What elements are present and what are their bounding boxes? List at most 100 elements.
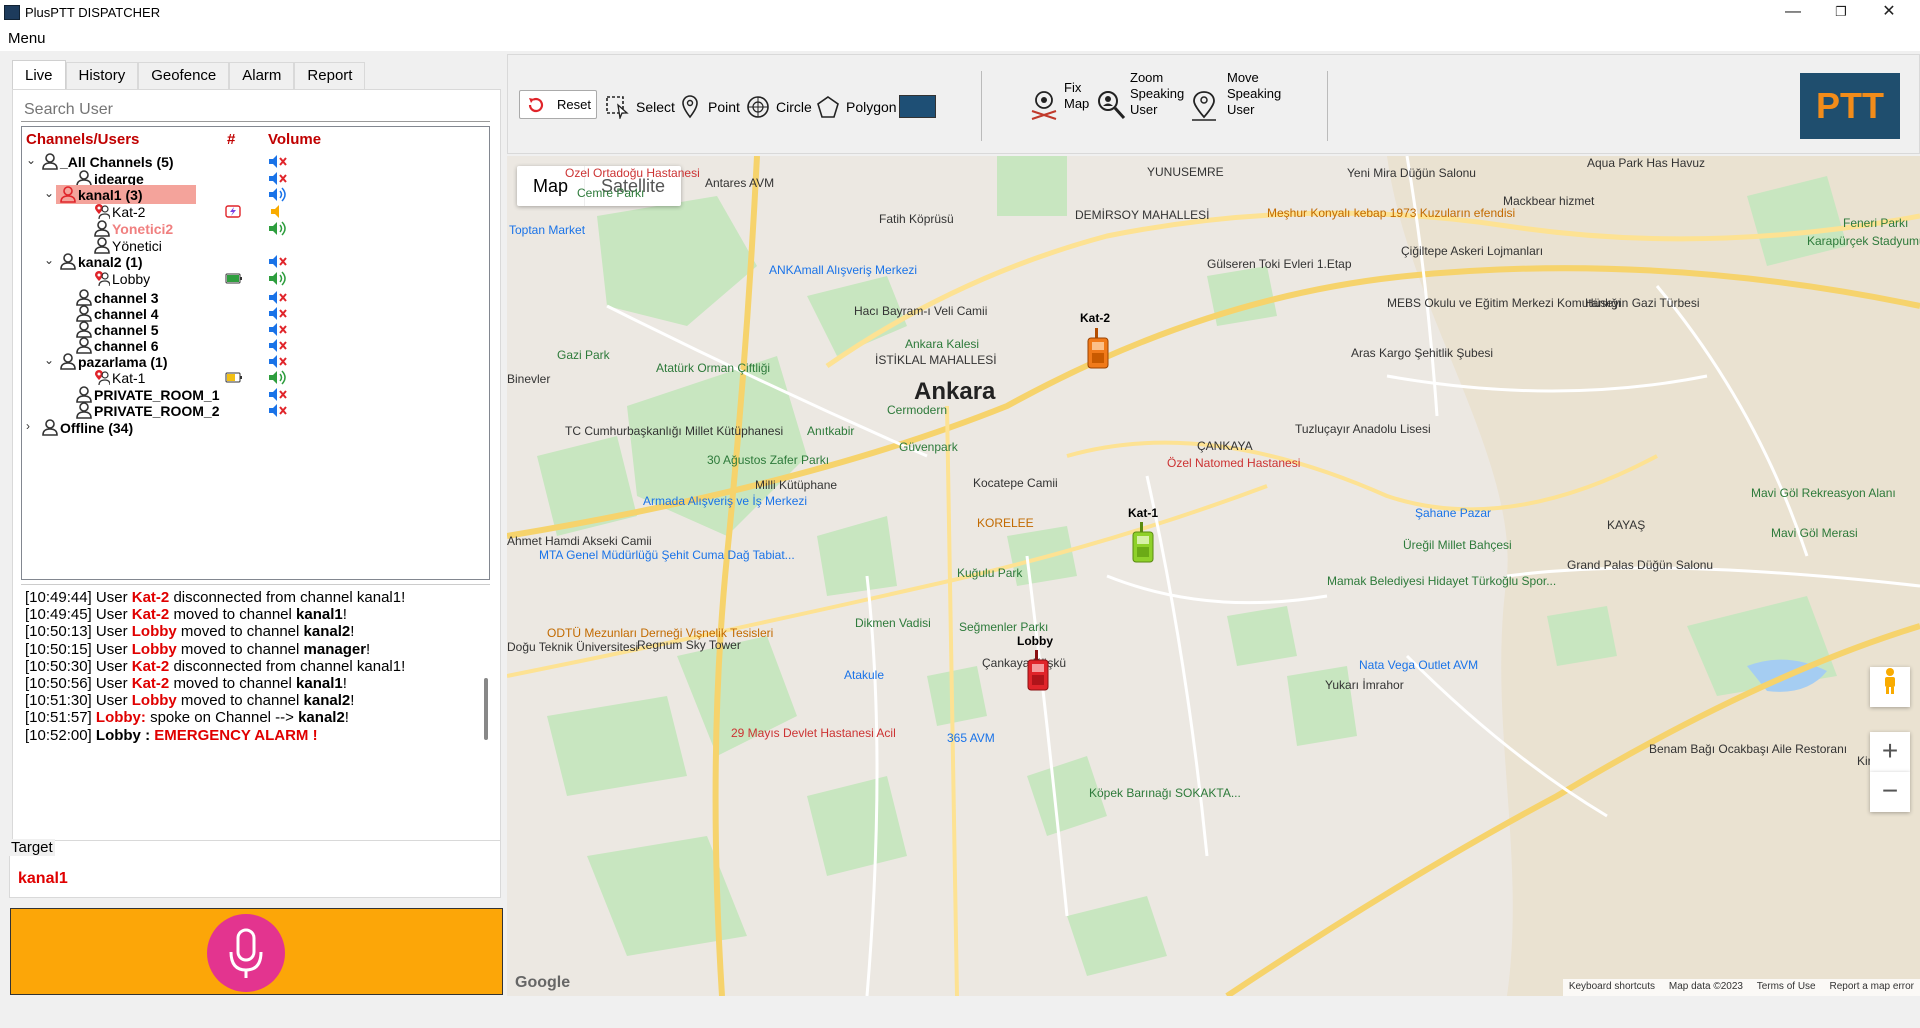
log-text: moved to channel (173, 606, 292, 624)
tab-report[interactable]: Report (294, 62, 366, 89)
log-text: disconnected from channel kanal1! (173, 657, 406, 675)
log-time: [10:52:00] (25, 726, 92, 744)
tree-header-volume[interactable]: Volume (268, 131, 321, 148)
expand-toggle-icon[interactable]: ⌄ (26, 153, 38, 167)
map-label: Mavi Göl Rekreasyon Alanı (1751, 486, 1896, 500)
reset-button[interactable]: Reset (519, 90, 597, 119)
select-label[interactable]: Select (636, 99, 675, 115)
volume-muted-icon[interactable] (268, 153, 290, 170)
volume-icon[interactable] (268, 369, 290, 386)
log-line: [10:50:56] User Kat-2 moved to channel k… (25, 675, 347, 692)
tab-live[interactable]: Live (12, 60, 66, 89)
zoom-out-button[interactable]: − (1870, 772, 1910, 812)
map-label: Cemre Parkı (577, 186, 645, 200)
circle-label[interactable]: Circle (776, 99, 812, 115)
map-label: Kocatepe Camii (973, 476, 1058, 490)
log-user: Lobby (131, 692, 177, 710)
map-label: Aras Kargo Şehitlik Şubesi (1351, 346, 1494, 360)
street-view-pegman-button[interactable] (1870, 667, 1910, 707)
polygon-icon[interactable] (816, 95, 840, 119)
tree-row-label: kanal2 (1) (78, 254, 143, 270)
polygon-color-swatch[interactable] (899, 95, 936, 118)
point-label[interactable]: Point (708, 99, 740, 115)
microphone-icon (229, 928, 263, 978)
terms-link[interactable]: Terms of Use (1757, 981, 1816, 992)
circle-icon[interactable] (746, 95, 770, 119)
restore-button[interactable]: ❐ (1818, 0, 1864, 26)
map-label: DEMİRSOY MAHALLESİ (1075, 208, 1210, 222)
map-label: ÇANKAYA (1197, 439, 1253, 453)
volume-muted-icon[interactable] (268, 253, 290, 270)
tree-row[interactable]: › Offline (34) (22, 418, 489, 438)
move-speaking-user-icon[interactable] (1189, 89, 1219, 123)
expand-toggle-icon[interactable]: › (26, 419, 38, 433)
search-user-input[interactable] (21, 98, 490, 122)
radio-marker-lobby-icon[interactable] (1025, 650, 1051, 692)
map-label: Anıtkabir (807, 424, 855, 438)
tree-row-label: Lobby (112, 271, 151, 287)
radio-marker-kat-1-icon[interactable] (1130, 522, 1156, 564)
log-channel: kanal2 (298, 709, 345, 727)
tab-history[interactable]: History (65, 62, 139, 89)
fix-map-icon[interactable] (1028, 89, 1060, 123)
user-icon (76, 402, 92, 419)
tree-row-label: kanal1 (3) (78, 187, 143, 203)
keyboard-shortcuts-link[interactable]: Keyboard shortcuts (1569, 981, 1655, 992)
marker-label-kat-2: Kat-2 (1080, 311, 1111, 325)
battery-icon (225, 371, 242, 384)
volume-icon[interactable] (268, 203, 290, 220)
log-time: [10:50:30] (25, 657, 92, 675)
log-prefix: User (95, 623, 128, 641)
minimize-button[interactable]: — (1770, 0, 1816, 26)
select-icon[interactable] (605, 95, 629, 119)
map-data-text: Map data ©2023 (1668, 981, 1743, 992)
log-channel: kanal1 (296, 675, 343, 692)
tree-row-label: Offline (34) (60, 420, 134, 436)
tab-geofence[interactable]: Geofence (138, 62, 230, 89)
polygon-label[interactable]: Polygon (846, 99, 897, 115)
zoom-speaking-user-icon[interactable] (1096, 89, 1126, 121)
point-icon[interactable] (680, 95, 700, 119)
located-user-icon (94, 203, 111, 220)
tree-header-channels[interactable]: Channels/Users (26, 131, 139, 148)
zoom-in-button[interactable]: + (1870, 732, 1910, 772)
log-text: spoke on Channel --> (150, 709, 294, 727)
volume-icon[interactable] (268, 270, 290, 287)
report-error-link[interactable]: Report a map error (1830, 981, 1914, 992)
log-text: moved to channel (180, 692, 300, 710)
menu-item[interactable]: Menu (8, 30, 46, 47)
expand-toggle-icon[interactable]: ⌄ (44, 353, 56, 367)
close-button[interactable]: ✕ (1866, 0, 1912, 26)
volume-icon[interactable] (268, 220, 290, 237)
target-label: Target (9, 839, 55, 856)
tab-alarm[interactable]: Alarm (229, 62, 295, 89)
map-view[interactable]: Map Satellite Ankara Antares AVM Ozel Or… (507, 156, 1920, 996)
fix-map-label[interactable]: Fix Map (1064, 80, 1089, 112)
radio-marker-kat-2-icon[interactable] (1085, 328, 1111, 370)
channel-user-tree[interactable]: Channels/Users # Volume ⌄ _All Channels (… (21, 126, 490, 580)
map-label: Güvenpark (899, 440, 958, 454)
map-label: Benam Bağı Ocakbaşı Aile Restoranı (1649, 742, 1848, 756)
log-channel: kanal1 (296, 606, 343, 624)
map-label: KAYAŞ (1607, 518, 1646, 532)
tree-header-count[interactable]: # (227, 131, 235, 148)
menu-bar: Menu (0, 26, 1920, 51)
move-speaking-user-label[interactable]: Move Speaking User (1227, 70, 1281, 118)
push-to-talk-button[interactable] (207, 914, 285, 992)
map-label: Armada Alışveriş ve İş Merkezi (643, 494, 808, 508)
log-prefix: User (95, 589, 128, 606)
volume-icon[interactable] (268, 186, 290, 203)
map-label: Mavi Göl Merasi (1771, 526, 1858, 540)
expand-toggle-icon[interactable]: ⌄ (44, 186, 56, 200)
log-user: Kat-2 (131, 675, 170, 692)
zoom-speaking-user-label[interactable]: Zoom Speaking User (1130, 70, 1184, 118)
map-label: Meşhur Konyalı kebap 1973 Kuzuların efen… (1267, 206, 1516, 220)
event-log[interactable]: [10:49:44] User Kat-2 disconnected from … (21, 584, 490, 773)
log-scrollbar[interactable] (484, 678, 488, 740)
log-time: [10:51:57] (25, 709, 92, 727)
volume-muted-icon[interactable] (268, 402, 290, 419)
tree-row[interactable]: Lobby (22, 269, 489, 289)
log-channel: kanal2 (303, 692, 351, 710)
log-channel: kanal2 (303, 623, 351, 641)
expand-toggle-icon[interactable]: ⌄ (44, 253, 56, 267)
